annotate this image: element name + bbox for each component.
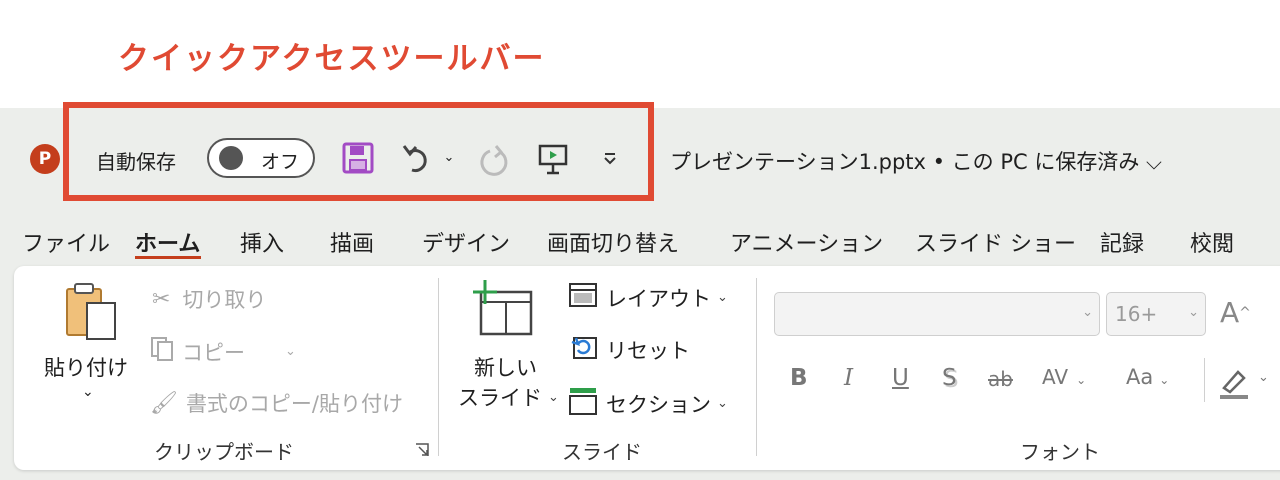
section-icon <box>568 386 598 421</box>
powerpoint-logo-icon: P <box>30 144 60 174</box>
paste-button[interactable]: 貼り付け <box>44 352 128 382</box>
ribbon-home: 貼り付け ⌄ ✂ 切り取り コピー ⌄ 🖌 書式のコピー/貼り付け クリップボー… <box>14 266 1280 470</box>
tab-draw[interactable]: 描画 <box>330 226 374 258</box>
grow-font-label: A <box>1220 296 1240 329</box>
strikethrough-button[interactable]: ab <box>988 367 1013 391</box>
presentation-start-icon[interactable] <box>534 140 572 178</box>
brush-icon: 🖌 <box>150 390 178 416</box>
italic-button[interactable]: I <box>844 365 853 391</box>
layout-button[interactable]: レイアウト ⌄ <box>568 282 728 313</box>
qat-annotation-label: クイックアクセスツールバー <box>118 41 546 77</box>
section-label: セクション <box>606 392 711 417</box>
group-divider <box>438 278 439 456</box>
dialog-launcher-icon[interactable] <box>414 442 430 458</box>
format-painter-button[interactable]: 🖌 書式のコピー/貼り付け <box>150 388 403 418</box>
undo-dropdown-icon[interactable]: ⌄ <box>440 148 458 166</box>
highlight-dropdown-icon[interactable]: ⌄ <box>1258 370 1269 385</box>
powerpoint-window: P 自動保存 オフ ⌄ プレゼンテーション1.pptx • この PC に保存済… <box>0 102 1280 480</box>
cut-button[interactable]: ✂ 切り取り <box>152 284 266 314</box>
underline-button[interactable]: U <box>892 365 909 391</box>
autosave-label: 自動保存 <box>96 150 176 174</box>
paste-label: 貼り付け <box>44 356 128 380</box>
section-button[interactable]: セクション ⌄ <box>568 386 728 421</box>
paste-dropdown-icon[interactable]: ⌄ <box>82 384 94 400</box>
ribbon-tabs: ファイル ホーム 挿入 描画 デザイン 画面切り替え アニメーション スライド … <box>0 220 1280 260</box>
tab-review[interactable]: 校閲 <box>1190 226 1234 258</box>
tab-design[interactable]: デザイン <box>422 226 510 258</box>
grow-font-button[interactable]: A ^ <box>1220 296 1251 329</box>
change-case-button[interactable]: Aa ⌄ <box>1126 365 1169 389</box>
layout-label: レイアウト <box>606 286 711 311</box>
new-slide-label-line2: スライド <box>458 386 542 410</box>
customize-qat-icon[interactable] <box>598 146 622 170</box>
layout-dropdown-icon[interactable]: ⌄ <box>717 290 728 305</box>
shadow-button[interactable]: S <box>942 365 957 391</box>
font-divider <box>1204 358 1205 402</box>
undo-icon[interactable] <box>398 138 438 178</box>
reset-icon <box>568 334 598 365</box>
char-spacing-button[interactable]: AV ⌄ <box>1042 365 1086 389</box>
autosave-toggle[interactable]: オフ <box>207 138 315 178</box>
autosave-state: オフ <box>261 151 300 173</box>
redo-icon[interactable] <box>474 140 514 180</box>
bold-button[interactable]: B <box>790 365 808 391</box>
font-group-label: フォント <box>1020 440 1100 464</box>
toggle-knob <box>219 146 243 170</box>
font-size-combo[interactable]: 16+ ⌄ <box>1106 292 1206 336</box>
copy-dropdown-icon[interactable]: ⌄ <box>285 344 296 359</box>
clipboard-group-label: クリップボード <box>154 440 294 464</box>
reset-button[interactable]: リセット <box>568 334 690 365</box>
change-case-label: Aa <box>1126 365 1154 389</box>
font-name-dropdown-icon[interactable]: ⌄ <box>1082 305 1093 320</box>
tab-animations[interactable]: アニメーション <box>730 226 883 258</box>
section-dropdown-icon[interactable]: ⌄ <box>717 396 728 411</box>
tab-file[interactable]: ファイル <box>22 226 110 258</box>
new-slide-button[interactable]: スライド ⌄ <box>458 382 559 412</box>
new-slide-label-line1: 新しい <box>474 356 537 380</box>
font-size-dropdown-icon[interactable]: ⌄ <box>1188 305 1199 320</box>
save-icon[interactable] <box>340 140 376 176</box>
new-slide-icon[interactable] <box>470 278 536 338</box>
font-size-value: 16+ <box>1115 302 1158 326</box>
tab-record[interactable]: 記録 <box>1100 226 1144 258</box>
group-divider <box>756 278 757 456</box>
tab-insert[interactable]: 挿入 <box>240 226 284 258</box>
copy-icon <box>150 336 176 367</box>
char-spacing-label: AV <box>1042 365 1069 389</box>
scissors-icon: ✂ <box>152 286 171 312</box>
format-painter-label: 書式のコピー/貼り付け <box>185 392 404 416</box>
tab-slideshow[interactable]: スライド ショー <box>915 226 1076 258</box>
slides-group-label: スライド <box>562 440 642 464</box>
new-slide-dropdown-icon[interactable]: ⌄ <box>548 390 559 405</box>
copy-label: コピー <box>182 340 245 365</box>
active-tab-indicator <box>135 256 201 259</box>
tab-home[interactable]: ホーム <box>135 226 200 258</box>
paste-icon[interactable] <box>60 280 124 344</box>
reset-label: リセット <box>606 338 690 363</box>
font-name-combo[interactable]: ⌄ <box>774 292 1100 336</box>
copy-button[interactable]: コピー ⌄ <box>150 336 296 367</box>
layout-icon <box>568 282 598 313</box>
document-title[interactable]: プレゼンテーション1.pptx • この PC に保存済み ⌵ <box>670 146 1162 176</box>
cut-label: 切り取り <box>182 288 267 312</box>
highlight-pen-icon[interactable] <box>1214 362 1254 402</box>
tab-transitions[interactable]: 画面切り替え <box>547 226 679 258</box>
